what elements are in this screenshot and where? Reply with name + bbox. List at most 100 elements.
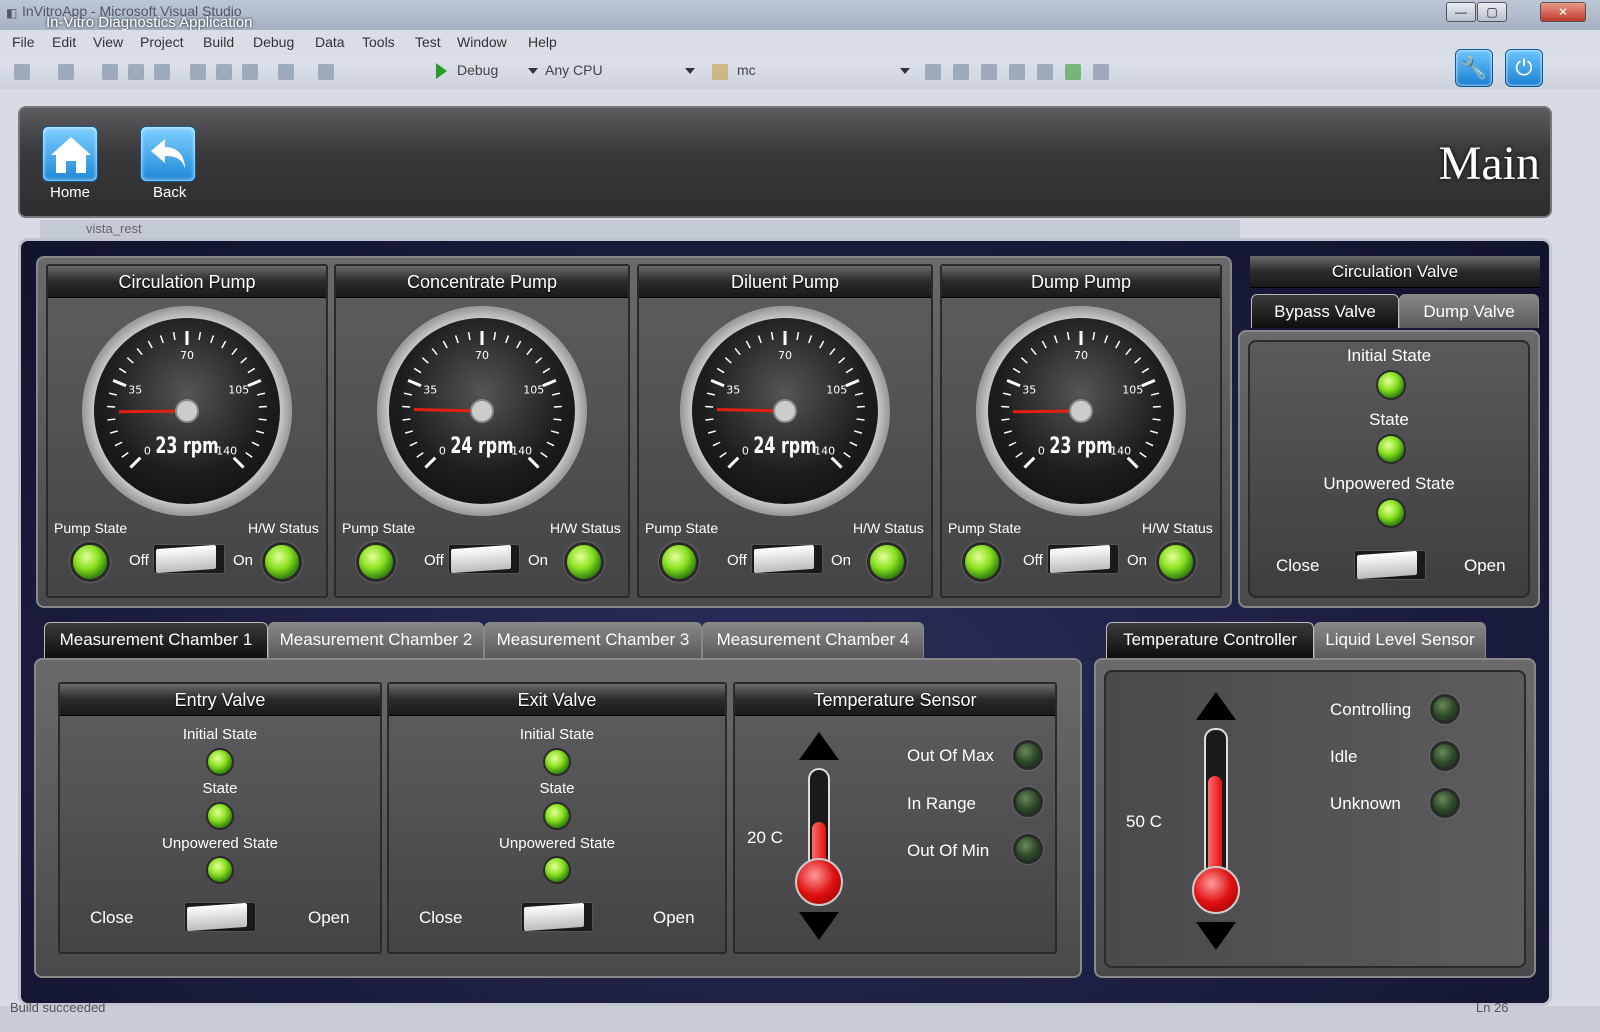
exit-initial-state-indicator xyxy=(543,748,571,776)
chevron-down-icon[interactable] xyxy=(900,68,910,74)
valve-toggle-switch[interactable] xyxy=(1354,550,1426,580)
new-project-icon[interactable] xyxy=(14,64,30,80)
tab-liquid-level-sensor[interactable]: Liquid Level Sensor xyxy=(1314,622,1486,658)
close-window-button[interactable]: ✕ xyxy=(1540,2,1586,22)
platform-combo[interactable]: Any CPU xyxy=(541,62,699,82)
concentrate-pump-on-off-switch[interactable] xyxy=(448,544,520,574)
state-label: State xyxy=(1369,410,1409,429)
temperature-value: 20 C xyxy=(747,828,783,847)
maximize-button[interactable]: ▢ xyxy=(1477,2,1507,22)
undo-icon[interactable] xyxy=(278,64,294,80)
tab-measurement-chamber-2[interactable]: Measurement Chamber 2 xyxy=(268,622,484,658)
tab-measurement-chamber-3[interactable]: Measurement Chamber 3 xyxy=(484,622,702,658)
setpoint-down-icon[interactable] xyxy=(1196,922,1236,950)
open-file-icon[interactable] xyxy=(102,64,118,80)
circulation-pump-on-label: On xyxy=(233,552,254,569)
tab-bypass-valve[interactable]: Bypass Valve xyxy=(1251,294,1399,328)
save-icon[interactable] xyxy=(128,64,144,80)
target-combo[interactable]: mc xyxy=(733,62,913,82)
entry-valve-switch[interactable] xyxy=(184,902,256,932)
temperature-down-icon[interactable] xyxy=(799,912,839,940)
chevron-down-icon[interactable] xyxy=(685,68,695,74)
concentrate-pump-hw-status-label: H/W Status xyxy=(550,520,621,536)
circulation-pump-pump-state-label: Pump State xyxy=(54,520,128,536)
tab-dump-valve[interactable]: Dump Valve xyxy=(1399,294,1539,328)
gauge-tick-label: 105 xyxy=(228,384,249,397)
paste-icon[interactable] xyxy=(242,64,258,80)
menu-build[interactable]: Build xyxy=(203,34,234,50)
controller-thermometer-tube xyxy=(1204,728,1228,878)
tab-measurement-chamber-1[interactable]: Measurement Chamber 1 xyxy=(44,622,268,658)
thermometer-bulb xyxy=(795,858,843,906)
dump-pump-hw-status-label: H/W Status xyxy=(1142,520,1213,536)
start-debug-icon[interactable] xyxy=(436,63,447,79)
settings-wrench-button[interactable]: 🔧 xyxy=(1455,49,1493,87)
menu-test[interactable]: Test xyxy=(415,34,441,50)
tab-temperature-controller[interactable]: Temperature Controller xyxy=(1106,622,1314,658)
gauge-tick-label: 70 xyxy=(778,349,792,362)
in-range-indicator xyxy=(1013,787,1043,817)
home-button[interactable] xyxy=(42,126,98,182)
power-button[interactable]: ⏻ xyxy=(1505,49,1543,87)
cut-icon[interactable] xyxy=(190,64,206,80)
circulation-pump-off-label: Off xyxy=(129,552,149,569)
window-icon[interactable] xyxy=(1093,64,1109,80)
menu-tools[interactable]: Tools xyxy=(362,34,395,50)
dump-pump-on-off-switch[interactable] xyxy=(1047,544,1119,574)
setpoint-up-icon[interactable] xyxy=(1196,692,1236,720)
page-title: Main xyxy=(1438,137,1540,190)
idle-label: Idle xyxy=(1330,747,1358,766)
home-label: Home xyxy=(50,184,91,201)
menu-file[interactable]: File xyxy=(12,34,35,50)
diluent-pump-rpm-readout: 24 rpm xyxy=(753,434,817,459)
circulation-valve-group: Initial State State Unpowered State Clos… xyxy=(1238,330,1540,608)
exit-valve-switch[interactable] xyxy=(521,902,593,932)
idle-indicator xyxy=(1430,741,1460,771)
gauge-tick-label: 35 xyxy=(1022,384,1036,397)
exit-close-label: Close xyxy=(419,908,463,927)
status-bar: Build succeeded Ln 26 xyxy=(0,1000,1600,1032)
circulation-pump-on-off-switch[interactable] xyxy=(153,544,225,574)
copy-icon[interactable] xyxy=(216,64,232,80)
toolbar: Debug Any CPU mc xyxy=(0,55,1600,89)
solution-explorer-icon[interactable] xyxy=(953,64,969,80)
unpowered-state-label: Unpowered State xyxy=(1323,474,1455,493)
entry-valve-title: Entry Valve xyxy=(60,684,380,716)
properties-icon[interactable] xyxy=(981,64,997,80)
gauge-tick-label: 70 xyxy=(180,349,194,362)
add-item-icon[interactable] xyxy=(58,64,74,80)
diluent-pump-pump-state-label: Pump State xyxy=(645,520,719,536)
menu-window[interactable]: Window xyxy=(457,34,507,50)
gauge-tick-label: 70 xyxy=(1074,349,1088,362)
menu-debug[interactable]: Debug xyxy=(253,34,294,50)
concentrate-pump-gauge: 0 35 70 105 140 24 rpm xyxy=(377,306,587,516)
start-page-icon[interactable] xyxy=(1065,64,1081,80)
save-all-icon[interactable] xyxy=(154,64,170,80)
line-number: Ln 26 xyxy=(1476,1000,1509,1015)
menu-data[interactable]: Data xyxy=(315,34,345,50)
exit-initial-state-label: Initial State xyxy=(519,726,595,743)
initial-state-indicator xyxy=(1376,370,1406,400)
minimize-button[interactable]: — xyxy=(1446,2,1476,22)
diluent-pump-title: Diluent Pump xyxy=(639,266,931,298)
dump-pump-rpm-readout: 23 rpm xyxy=(1049,434,1113,459)
object-browser-icon[interactable] xyxy=(1009,64,1025,80)
concentrate-pump-card: Concentrate Pump 0 35 70 105 140 24 rpm Pump… xyxy=(334,264,630,598)
temperature-up-icon[interactable] xyxy=(799,732,839,760)
back-label: Back xyxy=(153,184,187,201)
find-icon[interactable] xyxy=(925,64,941,80)
menu-view[interactable]: View xyxy=(93,34,123,50)
close-label: Close xyxy=(1276,556,1320,575)
menu-help[interactable]: Help xyxy=(528,34,557,50)
chevron-down-icon[interactable] xyxy=(528,68,538,74)
temperature-sensor-title: Temperature Sensor xyxy=(735,684,1055,716)
tools-icon[interactable] xyxy=(1037,64,1053,80)
diluent-pump-on-off-switch[interactable] xyxy=(751,544,823,574)
redo-icon[interactable] xyxy=(318,64,334,80)
diluent-pump-gauge: 0 35 70 105 140 24 rpm xyxy=(680,306,890,516)
tab-measurement-chamber-4[interactable]: Measurement Chamber 4 xyxy=(702,622,924,658)
menu-project[interactable]: Project xyxy=(140,34,184,50)
menu-edit[interactable]: Edit xyxy=(52,34,76,50)
entry-initial-state-label: Initial State xyxy=(182,726,258,743)
back-button[interactable] xyxy=(140,126,196,182)
